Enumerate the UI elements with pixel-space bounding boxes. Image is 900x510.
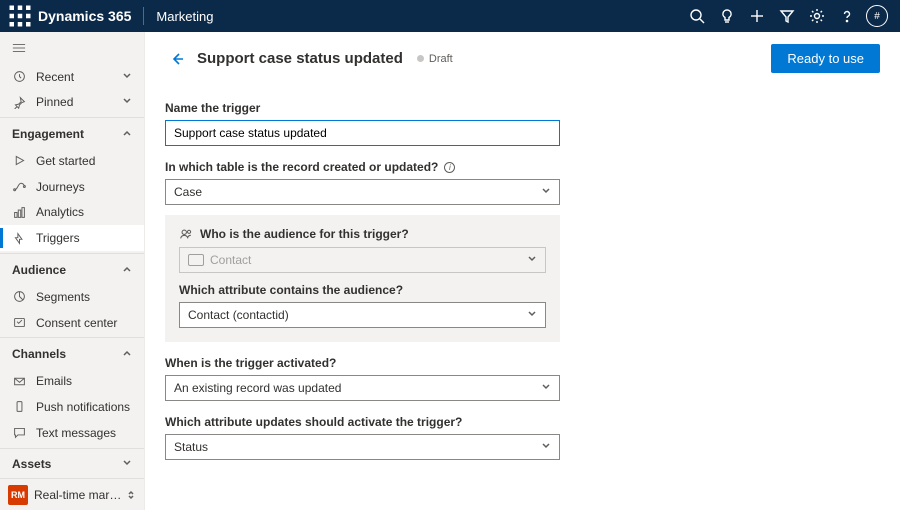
ready-to-use-button[interactable]: Ready to use [771,44,880,73]
analytics-icon [12,206,26,219]
chat-icon [12,426,26,439]
nav-analytics[interactable]: Analytics [0,200,144,226]
nav-label: Analytics [36,205,84,219]
user-avatar[interactable]: # [862,1,892,31]
when-label: When is the trigger activated? [165,356,705,370]
journeys-icon [12,180,26,193]
chevron-down-icon [541,381,551,395]
nav-label: Push notifications [36,400,130,414]
nav-emails[interactable]: Emails [0,368,144,394]
attr-updates-select[interactable]: Status [165,434,560,460]
chevron-up-icon [122,347,132,361]
nav-consent-center[interactable]: Consent center [0,310,144,336]
nav-label: Consent center [36,316,117,330]
module-label: Marketing [156,9,213,24]
chevron-updown-icon [126,490,136,500]
header-divider [143,7,144,25]
add-icon[interactable] [742,1,772,31]
brand-label: Dynamics 365 [38,8,131,24]
area-label: Real-time marketi… [34,488,124,502]
name-input[interactable] [165,120,560,146]
app-launcher-icon[interactable] [8,4,32,28]
nav-label: Journeys [36,180,85,194]
nav-get-started[interactable]: Get started [0,148,144,174]
info-icon[interactable]: i [444,162,455,173]
table-label: In which table is the record created or … [165,160,705,174]
chevron-down-icon [527,308,537,322]
audience-label: Who is the audience for this trigger? [179,227,546,241]
nav-label: Get started [36,154,95,168]
audience-attr-select[interactable]: Contact (contactid) [179,302,546,328]
nav-label: Recent [36,70,74,84]
trigger-form: Name the trigger In which table is the r… [145,101,725,480]
name-label: Name the trigger [165,101,705,115]
section-channels[interactable]: Channels [0,340,144,368]
audience-select: Contact [179,247,546,273]
help-icon[interactable] [832,1,862,31]
table-select[interactable]: Case [165,179,560,205]
page-header: Support case status updated Draft Ready … [145,32,900,87]
pin-icon [12,96,26,109]
chevron-down-icon [541,185,551,199]
lightbulb-icon[interactable] [712,1,742,31]
section-engagement[interactable]: Engagement [0,120,144,148]
people-icon [179,227,193,241]
nav-label: Segments [36,290,90,304]
consent-icon [12,316,26,329]
nav-pinned[interactable]: Pinned [0,90,144,116]
when-select[interactable]: An existing record was updated [165,375,560,401]
hamburger-icon[interactable] [0,32,144,64]
sidebar: Recent Pinned Engagement Get started Jou… [0,32,145,510]
nav-recent[interactable]: Recent [0,64,144,90]
chevron-down-icon [122,70,132,84]
push-icon [12,400,26,413]
back-button[interactable] [165,47,189,71]
email-icon [12,375,26,388]
chevron-up-icon [122,263,132,277]
nav-text-messages[interactable]: Text messages [0,420,144,446]
page-title: Support case status updated [197,50,403,67]
gear-icon[interactable] [802,1,832,31]
attr-updates-label: Which attribute updates should activate … [165,415,705,429]
nav-label: Pinned [36,95,73,109]
nav-label: Triggers [36,231,80,245]
area-badge: RM [8,485,28,505]
clock-icon [12,70,26,83]
chevron-down-icon [527,253,537,267]
nav-label: Emails [36,374,72,388]
segments-icon [12,290,26,303]
filter-icon[interactable] [772,1,802,31]
section-audience[interactable]: Audience [0,256,144,284]
audience-box: Who is the audience for this trigger? Co… [165,215,560,342]
section-assets[interactable]: Assets [0,451,144,479]
nav-push-notifications[interactable]: Push notifications [0,394,144,420]
chevron-down-icon [122,457,132,471]
nav-journeys[interactable]: Journeys [0,174,144,200]
chevron-down-icon [541,440,551,454]
status-badge: Draft [417,53,453,65]
play-icon [12,154,26,167]
audience-attr-label: Which attribute contains the audience? [179,283,546,297]
chevron-up-icon [122,127,132,141]
top-bar: Dynamics 365 Marketing # [0,0,900,32]
main-content: Support case status updated Draft Ready … [145,32,900,510]
chevron-down-icon [122,95,132,109]
search-icon[interactable] [682,1,712,31]
nav-segments[interactable]: Segments [0,284,144,310]
area-switcher[interactable]: RM Real-time marketi… [0,478,144,510]
nav-label: Text messages [36,426,116,440]
triggers-icon [12,232,26,245]
nav-triggers[interactable]: Triggers [0,225,144,251]
